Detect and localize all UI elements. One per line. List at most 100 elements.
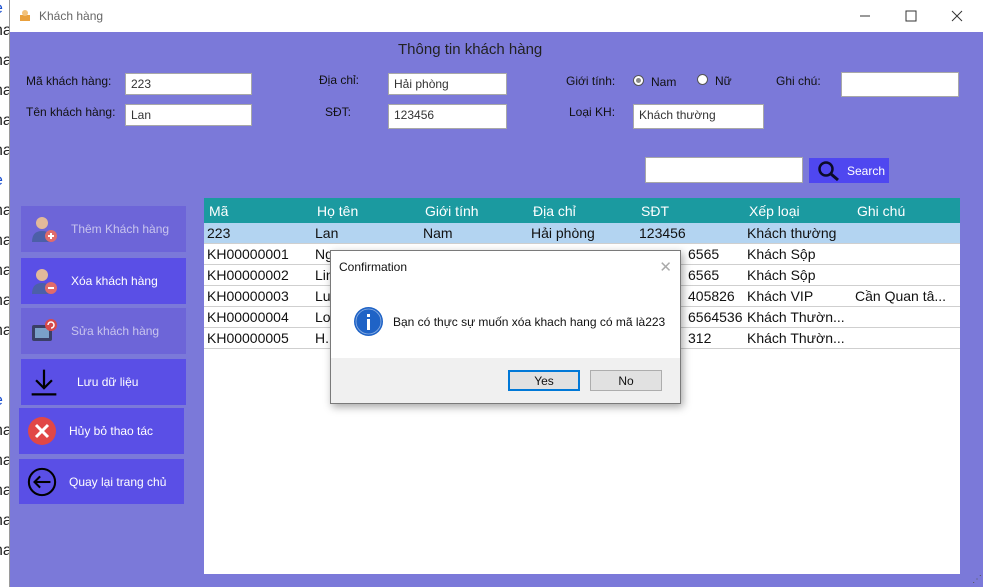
customer-window: Khách hàng Thông tin khách hàng Mã khách… [9, 0, 983, 587]
col-header-phone[interactable]: SĐT [641, 203, 669, 219]
col-header-gender[interactable]: Giới tính [425, 203, 479, 219]
bg-fragment: na [0, 322, 9, 339]
note-field[interactable] [841, 72, 959, 97]
cell-rank: Khách VIP [747, 288, 814, 304]
download-icon [29, 367, 59, 397]
cell-id: KH00000002 [207, 267, 289, 283]
delete-customer-label: Xóa khách hàng [71, 274, 158, 288]
dialog-close-icon[interactable]: ✕ [659, 258, 672, 276]
gender-radio-male[interactable] [633, 75, 644, 86]
search-icon [818, 160, 839, 181]
bg-fragment: na [0, 82, 9, 99]
col-header-name[interactable]: Họ tên [317, 203, 358, 219]
maximize-icon [905, 10, 917, 22]
customer-name-label: Tên khách hàng: [26, 105, 116, 119]
bg-fragment: na [0, 482, 9, 499]
customer-type-field[interactable]: Khách thường [633, 104, 764, 129]
add-customer-button[interactable]: Thêm Khách hàng [21, 206, 186, 252]
title-bar[interactable]: Khách hàng [10, 0, 983, 32]
cell-phone: 312 [688, 330, 712, 346]
customer-name-field[interactable]: Lan [125, 104, 252, 126]
customer-type-label: Loại KH: [569, 105, 616, 119]
cell-note: Cần Quan tâ... [855, 288, 947, 304]
bg-fragment: na [0, 452, 9, 469]
address-field[interactable]: Hải phòng [388, 73, 507, 95]
save-data-label: Lưu dữ liệu [77, 375, 139, 389]
gender-label: Giới tính: [566, 74, 616, 88]
dialog-yes-button[interactable]: Yes [508, 370, 580, 391]
save-data-button[interactable]: Lưu dữ liệu [21, 359, 186, 405]
cell-gender: Nam [423, 225, 453, 241]
cell-phone: 6564536 [688, 309, 743, 325]
table-row[interactable]: 223 Lan Nam Hải phòng 123456 Khách thườn… [204, 223, 960, 244]
back-home-label: Quay lại trang chủ [69, 474, 167, 489]
phone-label: SĐT: [325, 105, 352, 119]
resize-grip-icon[interactable]: ⋰ [972, 574, 982, 585]
cancel-action-button[interactable]: Hủy bỏ thao tác [19, 408, 184, 454]
bg-fragment: na [0, 512, 9, 529]
bg-fragment: na [0, 52, 9, 69]
customer-id-field[interactable]: 223 [125, 73, 252, 95]
close-button[interactable] [934, 0, 980, 32]
search-button[interactable]: Search [809, 158, 889, 183]
maximize-button[interactable] [888, 0, 934, 32]
cell-id: KH00000005 [207, 330, 289, 346]
gender-male-label: Nam [651, 75, 677, 89]
bg-fragment: e [0, 392, 3, 410]
cell-name: Lan [315, 225, 339, 241]
dialog-no-button[interactable]: No [590, 370, 662, 391]
customer-id-label: Mã khách hàng: [26, 74, 112, 88]
col-header-id[interactable]: Mã [209, 203, 228, 219]
back-arrow-icon [27, 467, 57, 497]
bg-fragment: na [0, 112, 9, 129]
search-button-label: Search [847, 163, 886, 178]
cell-id: KH00000003 [207, 288, 289, 304]
cell-phone: 405826 [688, 288, 735, 304]
phone-field[interactable]: 123456 [388, 104, 507, 129]
app-icon [20, 10, 30, 21]
dialog-title: Confirmation [339, 260, 408, 274]
add-user-icon [29, 214, 59, 244]
cell-phone: 123456 [639, 225, 686, 241]
gender-radio-female[interactable] [697, 74, 708, 85]
close-icon [951, 10, 963, 22]
col-header-note[interactable]: Ghi chú [857, 203, 905, 219]
remove-user-icon [29, 266, 59, 296]
bg-fragment: na [0, 142, 9, 159]
info-icon [354, 307, 383, 336]
confirmation-dialog: Confirmation ✕ Bạn có thực sự muốn xóa k… [330, 250, 681, 404]
delete-customer-button[interactable]: Xóa khách hàng [21, 258, 186, 304]
bg-fragment: e [0, 172, 3, 190]
form-heading: Thông tin khách hàng [398, 41, 543, 58]
dialog-message: Bạn có thực sự muốn xóa khach hang có mã… [393, 315, 666, 329]
minimize-button[interactable] [842, 0, 888, 32]
cell-rank: Khách Sộp [747, 267, 816, 283]
cell-id: KH00000001 [207, 246, 289, 262]
cancel-x-icon [27, 416, 57, 446]
bg-fragment: na [0, 422, 9, 439]
bg-fragment: na [0, 202, 9, 219]
back-home-button[interactable]: Quay lại trang chủ [19, 459, 184, 504]
cell-id: KH00000004 [207, 309, 289, 325]
bg-fragment: na [0, 542, 9, 559]
cell-rank: Khách Thườn... [747, 309, 845, 325]
bg-fragment: na [0, 232, 9, 249]
cell-rank: Khách Sộp [747, 246, 816, 262]
col-header-rank[interactable]: Xếp loại [749, 203, 800, 219]
background-window-strip: e na na na na na e na na na na na e na n… [0, 0, 9, 587]
cell-phone: 6565 [688, 267, 720, 283]
bg-fragment: na [0, 262, 9, 279]
add-customer-label: Thêm Khách hàng [71, 222, 170, 236]
col-header-address[interactable]: Địa chỉ [533, 203, 576, 219]
cell-rank: Khách Thườn... [747, 330, 845, 346]
bg-fragment: e [0, 0, 3, 18]
note-label: Ghi chú: [776, 74, 821, 88]
edit-customer-button[interactable]: Sửa khách hàng [21, 308, 186, 354]
address-label: Địa chỉ: [319, 73, 360, 87]
edit-record-icon [29, 316, 59, 346]
window-title: Khách hàng [39, 9, 104, 23]
search-input[interactable] [645, 157, 803, 183]
cell-id: 223 [207, 225, 231, 241]
cancel-action-label: Hủy bỏ thao tác [69, 424, 154, 438]
cell-rank: Khách thường [747, 225, 837, 241]
